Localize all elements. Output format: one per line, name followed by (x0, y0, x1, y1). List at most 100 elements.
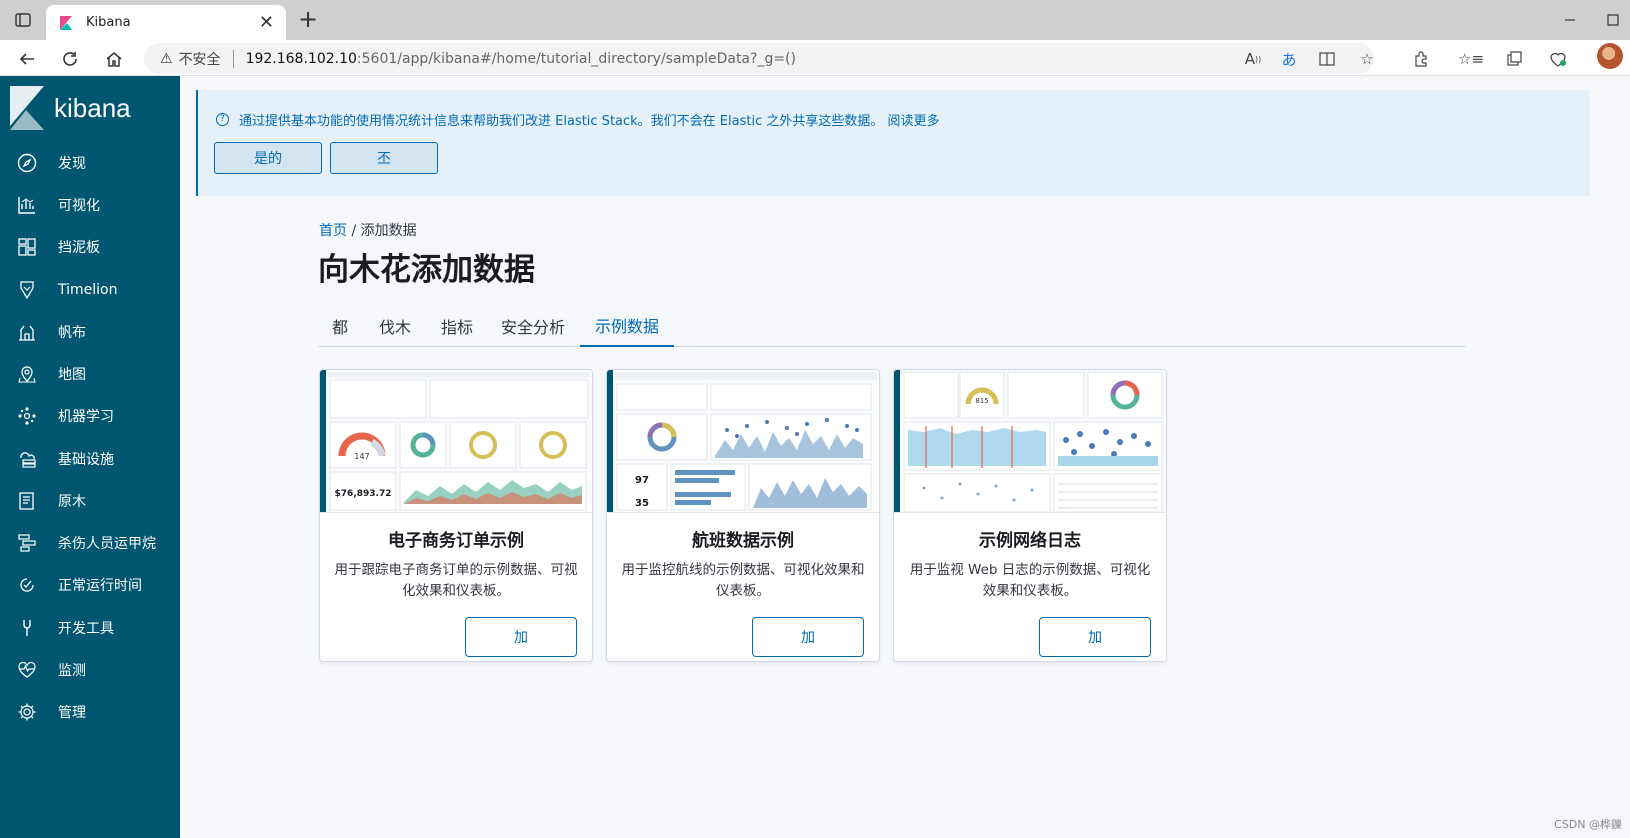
yes-button[interactable]: 是的 (214, 142, 322, 174)
kibana-favicon-icon (60, 15, 72, 30)
browser-address-bar: ⚠ 不安全 192.168.102.10:5601/app/kibana#/ho… (0, 40, 1630, 76)
ecommerce-preview-image: 147 $76,893.72 (320, 370, 592, 513)
sidebar-item-label: 机器学习 (58, 409, 114, 425)
weblogs-gauge-value: 815 (975, 397, 988, 405)
tab-title: Kibana (86, 15, 131, 30)
wrench-icon (16, 617, 38, 639)
tab-actions-icon[interactable] (12, 10, 34, 30)
map-icon (16, 363, 38, 385)
sidebar-item-devtools[interactable]: 开发工具 (0, 608, 180, 648)
question-icon: ? (216, 113, 229, 126)
sidebar-item-apm[interactable]: 杀伤人员运甲烷 (0, 523, 180, 563)
ecommerce-metric-value: $76,893.72 (335, 489, 392, 499)
sidebar-item-label: 可视化 (58, 198, 100, 214)
sidebar-item-label: 正常运行时间 (58, 578, 142, 594)
url-host: 192.168.102.10 (245, 50, 357, 67)
favorite-star-icon[interactable]: ☆ (1356, 48, 1378, 70)
add-flights-button[interactable]: 加 (752, 617, 864, 657)
sidebar-item-timelion[interactable]: Timelion (0, 270, 180, 310)
sidebar-item-label: 监测 (58, 663, 86, 679)
timelion-icon (16, 279, 38, 301)
sidebar-item-infrastructure[interactable]: 基础设施 (0, 439, 180, 479)
url-path: :5601/app/kibana#/home/tutorial_director… (356, 50, 796, 67)
page-title: 向木花添加数据 (318, 252, 535, 288)
profile-avatar[interactable] (1597, 43, 1623, 69)
sidebar-item-ml[interactable]: 机器学习 (0, 396, 180, 436)
sidebar-item-label: 挡泥板 (58, 240, 100, 256)
back-icon[interactable] (14, 46, 40, 72)
tab-all[interactable]: 都 (318, 304, 362, 347)
performance-heart-icon[interactable] (1547, 48, 1569, 70)
url-field[interactable]: ⚠ 不安全 192.168.102.10:5601/app/kibana#/ho… (144, 43, 1374, 74)
collections-icon[interactable] (1503, 48, 1525, 70)
card-title: 航班数据示例 (692, 531, 794, 551)
sample-card-flights: 97 35 航班数据示例 用于监控航线的示例数据、可视化效果和仪表板。 加 (606, 369, 880, 662)
sidebar-item-maps[interactable]: 地图 (0, 354, 180, 394)
tab-security[interactable]: 安全分析 (486, 304, 580, 347)
sidebar-item-uptime[interactable]: 正常运行时间 (0, 565, 180, 605)
callout-message-row: ? 通过提供基本功能的使用情况统计信息来帮助我们改进 Elastic Stack… (216, 110, 940, 129)
infra-icon (16, 448, 38, 470)
tab-metrics[interactable]: 指标 (428, 304, 486, 347)
sidebar-item-monitoring[interactable]: 监测 (0, 650, 180, 690)
uptime-icon (16, 574, 38, 596)
flights-metric-2: 35 (635, 498, 649, 509)
kibana-logo[interactable]: kibana (10, 86, 131, 130)
add-weblogs-button[interactable]: 加 (1039, 617, 1151, 657)
sidebar-item-label: 基础设施 (58, 452, 114, 468)
read-aloud-icon[interactable]: A)) (1242, 48, 1264, 70)
callout-message[interactable]: 通过提供基本功能的使用情况统计信息来帮助我们改进 Elastic Stack。我… (239, 110, 940, 129)
ecommerce-gauge-value: 147 (354, 452, 369, 461)
sidebar-item-discover[interactable]: 发现 (0, 143, 180, 183)
new-tab-icon[interactable]: + (294, 6, 322, 34)
watermark: CSDN @桦鑠 (1554, 818, 1622, 831)
sidebar-item-label: 开发工具 (58, 621, 114, 637)
no-button[interactable]: 丕 (330, 142, 438, 174)
tab-logging[interactable]: 伐木 (362, 304, 428, 347)
brand-name: kibana (54, 92, 131, 123)
compass-icon (16, 152, 38, 174)
maximize-icon[interactable] (1603, 10, 1623, 30)
browser-tab-active[interactable]: Kibana ✕ (46, 5, 286, 40)
extensions-icon[interactable] (1410, 48, 1432, 70)
close-tab-icon[interactable]: ✕ (259, 13, 274, 32)
heartbeat-icon (16, 659, 38, 681)
flights-metric-1: 97 (635, 475, 649, 486)
home-icon[interactable] (101, 46, 127, 72)
breadcrumb-current: 添加数据 (360, 223, 417, 239)
main-content: ? 通过提供基本功能的使用情况统计信息来帮助我们改进 Elastic Stack… (180, 76, 1630, 838)
card-title: 示例网络日志 (979, 531, 1081, 551)
sidebar-item-label: 原木 (58, 494, 86, 510)
warning-icon[interactable]: ⚠ (160, 51, 173, 67)
sidebar-item-dashboard[interactable]: 挡泥板 (0, 227, 180, 267)
sidebar-item-canvas[interactable]: 帆布 (0, 312, 180, 352)
url-separator (232, 49, 234, 68)
kibana-sidebar: kibana 发现 可视化 挡泥板 Timelion 帆布 地图 机器学习 基础… (0, 76, 180, 838)
apm-icon (16, 532, 38, 554)
add-ecommerce-button[interactable]: 加 (465, 617, 577, 657)
sidebar-item-label: 管理 (58, 705, 86, 721)
sidebar-item-label: 帆布 (58, 325, 86, 341)
minimize-icon[interactable] (1560, 10, 1580, 30)
sidebar-item-label: 杀伤人员运甲烷 (58, 536, 156, 552)
sample-card-weblogs: 815 示例网络日志 用于监视 Web 日志的示例数据、可视化效果和仪表板。 加 (893, 369, 1167, 662)
tab-sample-data[interactable]: 示例数据 (580, 304, 674, 347)
favorites-list-icon[interactable]: ☆≡ (1458, 48, 1484, 70)
breadcrumb-home[interactable]: 首页 (319, 223, 347, 239)
canvas-icon (16, 321, 38, 343)
telemetry-callout: ? 通过提供基本功能的使用情况统计信息来帮助我们改进 Elastic Stack… (196, 90, 1590, 196)
card-title: 电子商务订单示例 (388, 531, 524, 551)
chart-icon (16, 194, 38, 216)
ml-icon (16, 405, 38, 427)
reload-icon[interactable] (57, 46, 83, 72)
sidebar-item-logs[interactable]: 原木 (0, 481, 180, 521)
breadcrumb: 首页 / 添加数据 (319, 220, 417, 240)
reader-view-icon[interactable] (1316, 48, 1338, 70)
sidebar-item-management[interactable]: 管理 (0, 692, 180, 732)
breadcrumb-separator: / (351, 223, 357, 239)
dashboard-icon (16, 236, 38, 258)
translate-icon[interactable]: あ (1278, 48, 1300, 70)
gear-icon (16, 701, 38, 723)
sidebar-item-visualize[interactable]: 可视化 (0, 185, 180, 225)
flights-preview-image: 97 35 (607, 370, 879, 513)
